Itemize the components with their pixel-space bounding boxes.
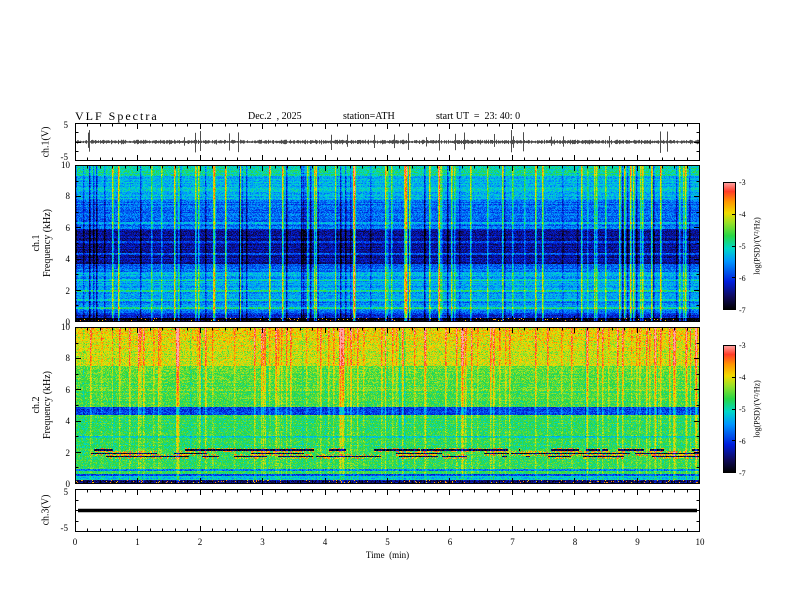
x-axis-tick-label: 3 (260, 537, 265, 547)
colorbar-1-canvas (723, 182, 736, 310)
ch2-channel-label: ch.2 (31, 396, 42, 414)
x-axis-tick-label: 1 (135, 537, 140, 547)
ch3-wave-ytick-bottom: -5 (60, 523, 69, 533)
ch2-frequency-unit-label: Frequency (kHz) (42, 370, 53, 440)
ch1-channel-label: ch.1 (31, 234, 42, 252)
colorbar-2-tick-label: -7 (739, 469, 746, 478)
ch1-spec-ytick-label: 2 (65, 285, 71, 296)
ch1-spec-ytick-label: 4 (65, 254, 71, 265)
ch2-spectrogram-canvas (75, 327, 700, 484)
colorbar-1-tick-label: -5 (739, 242, 746, 251)
ch2-frequency-axis-label: ch.2 Frequency (kHz) (31, 371, 53, 439)
x-axis-title: Time (min) (365, 550, 410, 560)
plot-title: VLF Spectra (75, 109, 159, 123)
colorbar-2-tick-label: -4 (739, 373, 746, 382)
ch1-spectrogram-canvas (75, 165, 700, 322)
ch3-voltage-axis-label: ch.3(V) (40, 494, 52, 526)
plot-start-ut: start UT = 23: 40: 0 (436, 111, 521, 122)
x-axis-tick-label: 2 (197, 537, 203, 547)
ch1-spec-ytick-label: 8 (65, 191, 71, 202)
ch2-spec-ytick-label: 4 (65, 416, 71, 427)
vlf-spectra-figure: VLF Spectra Dec.2 , 2025 station=ATH sta… (0, 0, 792, 612)
x-axis-tick-label: 4 (322, 537, 328, 547)
x-axis-tick-label: 9 (635, 537, 640, 547)
colorbar-1-tick-label: -7 (739, 306, 746, 315)
ch2-spec-ytick-label: 8 (65, 353, 71, 364)
ch1-frequency-axis-label: ch.1 Frequency (kHz) (31, 209, 53, 277)
x-axis-tick-label: 6 (447, 537, 453, 547)
x-axis-tick-label: 10 (695, 537, 705, 547)
ch1-frequency-unit-label: Frequency (kHz) (42, 208, 53, 278)
colorbar-1-tick-label: -4 (739, 210, 746, 219)
x-axis-tick-label: 5 (385, 537, 390, 547)
x-axis-tick-label: 0 (72, 537, 78, 547)
ch2-spec-ytick-label: 6 (65, 384, 71, 395)
ch1-spec-ytick-label: 0 (65, 317, 71, 327)
plot-date: Dec.2 , 2025 (248, 111, 302, 122)
ch2-spec-ytick-label: 2 (65, 447, 71, 458)
ch1-spec-ytick-label: 6 (65, 222, 71, 233)
ch3-waveform-canvas (75, 489, 700, 532)
x-axis-tick-label: 7 (510, 537, 515, 547)
ch1-wave-ytick-top: 5 (63, 120, 69, 130)
ch2-spec-ytick-label: 0 (65, 479, 71, 489)
ch1-spec-ytick-label: 10 (61, 160, 70, 170)
colorbar-2-tick-label: -5 (739, 405, 746, 414)
colorbar-2-canvas (723, 345, 736, 473)
colorbar-1-tick-label: -3 (739, 178, 746, 187)
x-axis-tick-label: 8 (572, 537, 578, 547)
colorbar-1-tick-label: -6 (739, 274, 746, 283)
ch1-waveform-canvas (75, 123, 700, 161)
plot-station: station=ATH (343, 111, 395, 122)
colorbar-2-tick-label: -3 (739, 341, 746, 350)
colorbar-2-tick-label: -6 (739, 437, 746, 446)
